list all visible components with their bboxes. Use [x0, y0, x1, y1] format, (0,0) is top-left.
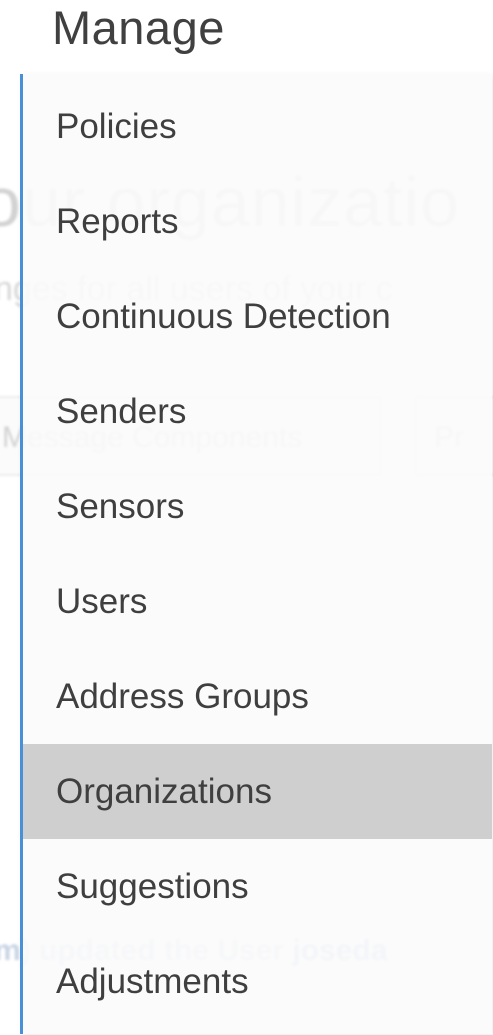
- menu-item-senders[interactable]: Senders: [23, 364, 492, 459]
- menu-item-label: Sensors: [56, 486, 185, 526]
- screen: our organizatio nges for all users of yo…: [0, 0, 493, 1035]
- menu-item-continuous-detection[interactable]: Continuous Detection: [23, 269, 492, 364]
- menu-item-label: Adjustments: [56, 961, 249, 1001]
- menu-item-users[interactable]: Users: [23, 554, 492, 649]
- menu-item-address-groups[interactable]: Address Groups: [23, 649, 492, 744]
- menu-item-label: Senders: [56, 391, 187, 431]
- menu-item-policies[interactable]: Policies: [23, 79, 492, 174]
- manage-menu-title[interactable]: Manage: [52, 4, 225, 51]
- menu-item-label: Address Groups: [56, 676, 309, 716]
- menu-item-sensors[interactable]: Sensors: [23, 459, 492, 554]
- menu-item-label: Policies: [56, 106, 177, 146]
- menu-item-adjustments[interactable]: Adjustments: [23, 934, 492, 1029]
- menu-item-label: Organizations: [56, 771, 272, 811]
- menu-item-label: Users: [56, 581, 148, 621]
- menu-item-organizations[interactable]: Organizations: [23, 744, 492, 839]
- menu-item-label: Continuous Detection: [56, 296, 391, 336]
- menu-item-label: Suggestions: [56, 866, 249, 906]
- menu-item-suggestions[interactable]: Suggestions: [23, 839, 492, 934]
- menu-item-reports[interactable]: Reports: [23, 174, 492, 269]
- menu-item-label: Reports: [56, 201, 179, 241]
- manage-dropdown-menu: Policies Reports Continuous Detection Sende…: [20, 74, 492, 1034]
